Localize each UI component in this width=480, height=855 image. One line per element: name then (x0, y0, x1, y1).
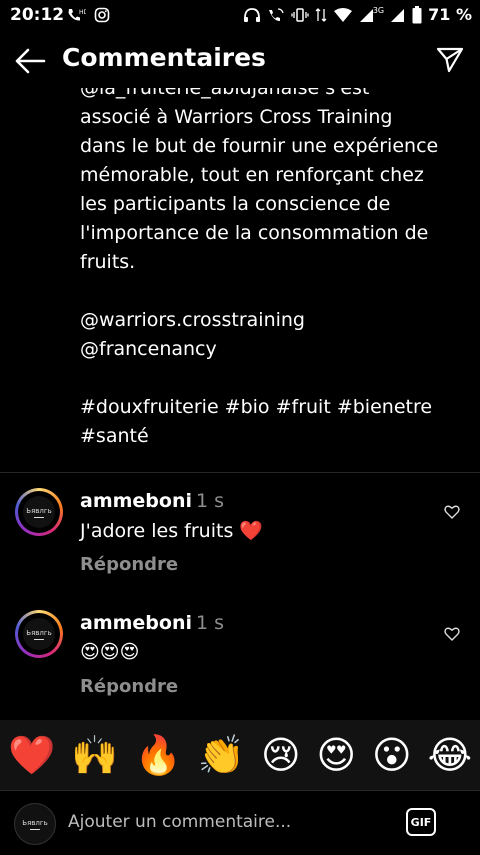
status-bar: 20:12 HD 3G 71 % (0, 0, 480, 30)
emoji-heart-eyes[interactable]: 😍 (317, 736, 357, 774)
like-heart-icon[interactable] (444, 626, 460, 642)
user-avatar: Ьявлгь (14, 803, 56, 845)
avatar-text: Ьявлгь (26, 628, 52, 637)
reply-button[interactable]: Répondre (80, 676, 178, 697)
instagram-icon (94, 7, 110, 23)
comment-time: 1 s (196, 490, 225, 512)
comment-item: Ьявлгь ammeboni 1 s J'adore les fruits ❤… (0, 484, 480, 594)
comment-text: J'adore les fruits ❤️ (80, 520, 264, 542)
gif-button[interactable]: GIF (406, 808, 436, 836)
comment-item: Ьявлгь ammeboni 1 s 😍😍😍 Répondre (0, 606, 480, 716)
clock: 20:12 (10, 5, 65, 25)
divider (0, 472, 480, 473)
emoji-quick-bar: ❤️ 🙌 🔥 👏 😢 😍 😮 😂 (0, 720, 480, 790)
comment-username[interactable]: ammeboni (80, 612, 192, 634)
emoji-crying-face[interactable]: 😢 (261, 736, 301, 774)
avatar[interactable]: Ьявлгь (15, 610, 63, 658)
avatar[interactable]: Ьявлгь (15, 488, 63, 536)
data-arrows-icon (315, 7, 327, 22)
page-title: Commentaires (62, 43, 266, 72)
vibrate-icon (291, 7, 309, 22)
signal-icon-2 (391, 8, 405, 22)
status-left-icons: HD (66, 7, 110, 23)
network-label: 3G (372, 6, 385, 15)
avatar-text: Ьявлгь (22, 818, 48, 827)
svg-text:HD: HD (79, 9, 86, 16)
app-header: Commentaires (0, 32, 480, 88)
comment-text: 😍😍😍 (80, 641, 140, 663)
reply-button[interactable]: Répondre (80, 554, 178, 575)
comment-username[interactable]: ammeboni (80, 490, 192, 512)
battery-icon (412, 5, 422, 23)
emoji-surprised-face[interactable]: 😮 (372, 736, 412, 774)
emoji-fire[interactable]: 🔥 (134, 736, 181, 774)
emoji-clapping-hands[interactable]: 👏 (198, 736, 245, 774)
emoji-tears-of-joy[interactable]: 😂 (428, 736, 472, 774)
headphones-icon (243, 7, 260, 22)
send-icon[interactable] (436, 45, 464, 73)
wifi-icon (333, 7, 352, 22)
avatar-text: Ьявлгь (26, 506, 52, 515)
comment-input-bar: Ьявлгь Ajouter un commentaire... GIF (0, 790, 480, 855)
comment-time: 1 s (196, 612, 225, 634)
like-heart-icon[interactable] (444, 504, 460, 520)
emoji-raising-hands[interactable]: 🙌 (71, 736, 118, 774)
phone-hd-icon: HD (68, 9, 86, 21)
wifi-call-icon (268, 7, 284, 21)
post-caption: @la_fruiterie_abidjanaise s'est associé … (80, 77, 439, 447)
emoji-red-heart[interactable]: ❤️ (8, 736, 55, 774)
comment-input[interactable]: Ajouter un commentaire... (68, 812, 291, 832)
back-arrow-icon[interactable] (14, 47, 46, 75)
status-right-icons: 3G 71 % (243, 5, 472, 24)
battery-percent: 71 % (428, 5, 472, 24)
